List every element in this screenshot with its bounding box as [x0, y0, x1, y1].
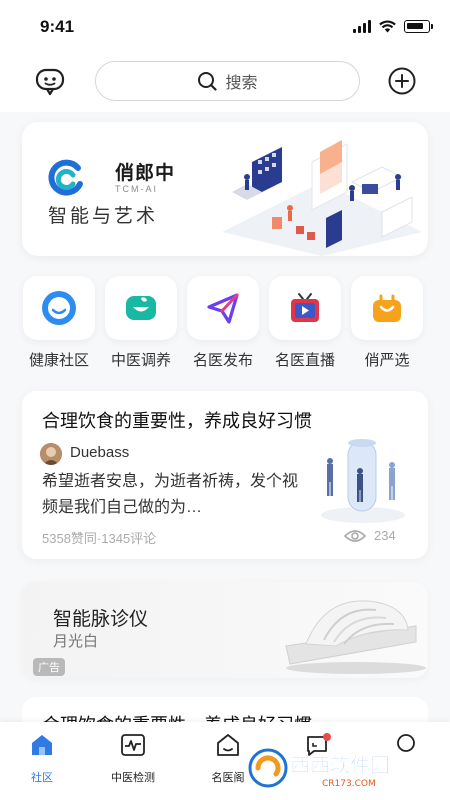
post-title[interactable]: 合理饮食的重要性，养成良好习惯 — [42, 407, 312, 433]
post-stats: 5358赞同·1345评论 — [42, 531, 157, 546]
quick-entry-tile — [105, 276, 177, 340]
watermark-text: 西西软件园 — [290, 753, 390, 777]
avatar-image — [40, 443, 62, 465]
banner-illustration — [222, 140, 422, 256]
quick-entry-label: 名医直播 — [274, 352, 335, 369]
quick-entry-tile — [23, 276, 95, 340]
brand-subtitle: TCM-AI — [115, 184, 158, 194]
home-icon — [32, 735, 52, 755]
ad-subtitle: 月光白 — [53, 633, 99, 650]
tcm-care-icon — [126, 296, 156, 320]
eye-icon — [344, 529, 366, 542]
quick-entry-shopping[interactable]: 俏严选 — [350, 276, 424, 376]
quick-entry-tile — [269, 276, 341, 340]
wifi-icon — [379, 20, 396, 33]
add-circle-icon — [388, 67, 416, 95]
pulse-device-image — [285, 600, 426, 674]
quick-entry-tile — [351, 276, 423, 340]
quick-entry-label: 名医发布 — [192, 352, 253, 369]
quick-entry-label: 中医调养 — [110, 352, 171, 369]
brand-logo-icon — [48, 159, 83, 196]
quick-entry-label: 俏严选 — [364, 352, 410, 369]
tab-label: 中医检测 — [111, 772, 155, 784]
doctor-live-icon — [291, 293, 319, 322]
ad-card[interactable]: 智能脉诊仪 月光白 广告 — [22, 582, 428, 678]
search-icon — [198, 72, 218, 91]
shopping-bag-icon — [373, 294, 401, 322]
quick-entry-tile — [187, 276, 259, 340]
post-thumbnail[interactable] — [308, 433, 408, 525]
search-input[interactable]: 搜索 — [95, 61, 360, 101]
status-bar: 9:41 — [0, 0, 450, 52]
post-views: 234 — [344, 528, 396, 543]
chat-bot-icon — [35, 68, 65, 96]
post-card[interactable]: 合理饮食的重要性，养成良好习惯 Duebass 希望逝者安息，为逝者祈祷，发个视… — [22, 391, 428, 559]
add-button[interactable] — [387, 66, 417, 96]
status-icons — [353, 20, 433, 33]
battery-level — [407, 23, 423, 29]
tab-label: 社区 — [31, 772, 53, 784]
post-author[interactable]: Duebass — [70, 444, 129, 461]
cellular-signal-icon — [353, 20, 371, 33]
hall-icon — [217, 734, 239, 756]
quick-entry-label: 健康社区 — [28, 352, 89, 369]
top-bar: 搜索 — [0, 52, 450, 112]
site-watermark-logo: 西西软件园 CR173.COM — [248, 748, 390, 789]
promo-banner[interactable]: 俏郎中 TCM-AI 智能与艺术 — [22, 122, 428, 256]
quick-entry-tcm-care[interactable]: 中医调养 — [104, 276, 178, 376]
quick-entry-health-community[interactable]: 健康社区 — [22, 276, 96, 376]
quick-entry-row: 健康社区 中医调养 名医发布 名医直播 俏严选 — [0, 276, 450, 376]
health-community-icon — [42, 291, 76, 325]
brand-slogan: 智能与艺术 — [48, 206, 159, 227]
ad-title: 智能脉诊仪 — [53, 609, 149, 630]
post-excerpt: 希望逝者安息，为逝者祈祷，发个视频是我们自己做的为… — [42, 473, 299, 516]
ad-badge: 广告 — [33, 658, 65, 676]
views-count: 234 — [374, 528, 396, 543]
quick-entry-doctor-publish[interactable]: 名医发布 — [186, 276, 260, 376]
doctor-publish-icon — [207, 293, 239, 324]
avatar[interactable] — [40, 443, 62, 465]
battery-icon — [404, 20, 433, 33]
watermark-sub: CR173.COM — [322, 779, 376, 789]
status-time: 9:41 — [40, 17, 75, 36]
pulse-monitor-icon — [121, 734, 145, 756]
tab-community[interactable]: 社区 — [2, 732, 82, 785]
tab-tcm-detect[interactable]: 中医检测 — [93, 732, 173, 785]
quick-entry-doctor-live[interactable]: 名医直播 — [268, 276, 342, 376]
chat-bot-button[interactable] — [34, 66, 66, 98]
brand-name: 俏郎中 — [115, 163, 176, 184]
search-placeholder: 搜索 — [225, 75, 258, 92]
